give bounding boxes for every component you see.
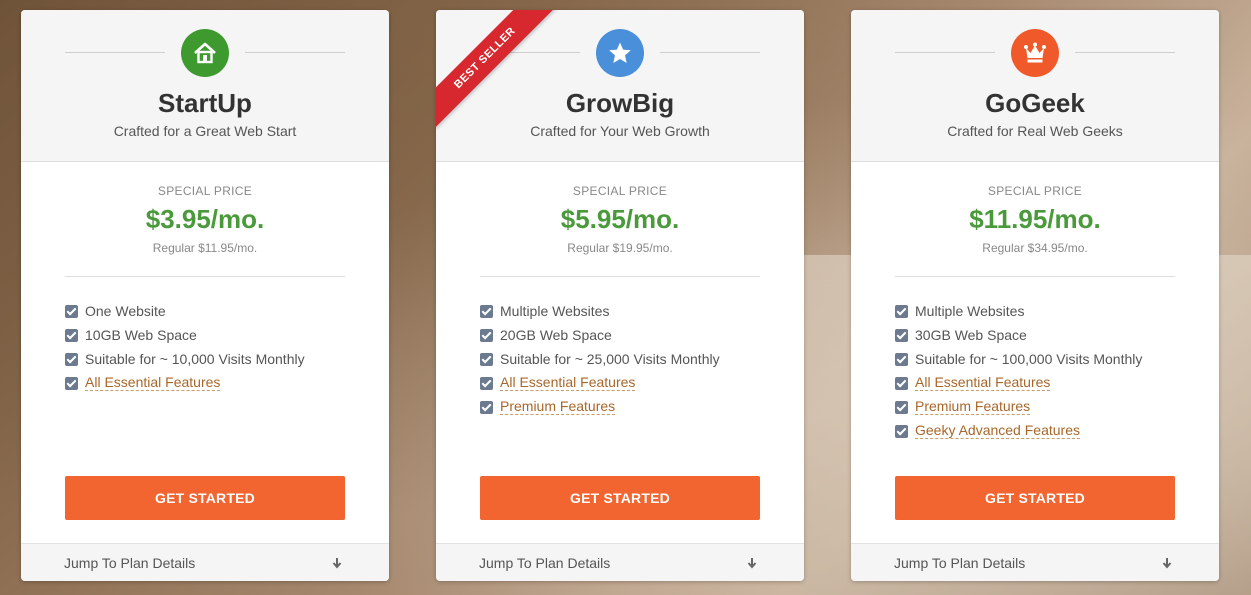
arrow-down-icon <box>747 557 757 569</box>
jump-to-plan-details-label: Jump To Plan Details <box>479 554 611 571</box>
house-icon <box>181 29 229 77</box>
checkbox-icon <box>895 352 908 366</box>
feature-link[interactable]: Premium Features <box>500 399 616 415</box>
price-area: Special Price $5.95/mo. Regular $19.95/m… <box>436 162 804 255</box>
feature-link[interactable]: All Essential Features <box>500 375 636 391</box>
plan-card-startup: StartUp Crafted for a Great Web Start Sp… <box>21 10 389 581</box>
feature-item: All Essential Features <box>65 371 345 395</box>
feature-item: One Website <box>65 299 345 323</box>
price-area: Special Price $3.95/mo. Regular $11.95/m… <box>21 162 389 255</box>
checkbox-icon <box>895 328 908 342</box>
regular-price: Regular $11.95/mo. <box>152 241 258 255</box>
special-price-label: Special Price <box>572 184 668 198</box>
feature-list: One Website 10GB Web Space Suitable for … <box>65 299 345 395</box>
feature-link[interactable]: All Essential Features <box>85 375 221 391</box>
arrow-down-icon <box>1162 557 1172 569</box>
divider <box>65 276 345 277</box>
divider <box>895 276 1175 277</box>
feature-list: Multiple Websites 30GB Web Space Suitabl… <box>895 299 1175 443</box>
crown-icon <box>1011 29 1059 77</box>
get-started-button[interactable]: Get Started <box>895 476 1175 520</box>
special-price-label: Special Price <box>987 184 1083 198</box>
feature-link[interactable]: Premium Features <box>915 399 1031 415</box>
plan-card-gogeek: GoGeek Crafted for Real Web Geeks Specia… <box>851 10 1219 581</box>
feature-item: 30GB Web Space <box>895 323 1175 347</box>
divider <box>1075 52 1175 53</box>
checkbox-icon <box>480 328 493 342</box>
divider <box>480 276 760 277</box>
feature-text: Suitable for ~ 10,000 Visits Monthly <box>85 351 305 367</box>
feature-item: Multiple Websites <box>895 299 1175 323</box>
feature-text: Suitable for ~ 25,000 Visits Monthly <box>500 351 720 367</box>
feature-text: Multiple Websites <box>500 303 610 319</box>
best-seller-ribbon: BEST SELLER <box>436 10 566 140</box>
feature-item: All Essential Features <box>895 371 1175 395</box>
feature-text: One Website <box>85 303 166 319</box>
checkbox-icon <box>480 304 493 318</box>
feature-item: All Essential Features <box>480 371 760 395</box>
plan-card-growbig: GrowBig Crafted for Your Web Growth BEST… <box>436 10 804 581</box>
ribbon-label: BEST SELLER <box>436 10 556 129</box>
feature-link[interactable]: Geeky Advanced Features <box>915 423 1080 439</box>
checkbox-icon <box>895 424 908 438</box>
feature-item: 10GB Web Space <box>65 323 345 347</box>
checkbox-icon <box>895 400 908 414</box>
feature-text: Multiple Websites <box>915 303 1025 319</box>
checkbox-icon <box>480 352 493 366</box>
jump-to-plan-details-label: Jump To Plan Details <box>894 554 1026 571</box>
plan-name: StartUp <box>158 88 252 118</box>
plan-tagline: Crafted for a Great Web Start <box>113 123 297 139</box>
jump-to-plan-details[interactable]: Jump To Plan Details <box>21 543 389 581</box>
checkbox-icon <box>65 376 78 390</box>
feature-item: Geeky Advanced Features <box>895 419 1175 443</box>
divider <box>245 52 345 53</box>
feature-item: Suitable for ~ 100,000 Visits Monthly <box>895 347 1175 371</box>
checkbox-icon <box>480 376 493 390</box>
feature-item: Premium Features <box>895 395 1175 419</box>
get-started-button[interactable]: Get Started <box>480 476 760 520</box>
feature-text: 20GB Web Space <box>500 327 612 343</box>
feature-text: Suitable for ~ 100,000 Visits Monthly <box>915 351 1143 367</box>
jump-to-plan-details[interactable]: Jump To Plan Details <box>436 543 804 581</box>
special-price-label: Special Price <box>157 184 253 198</box>
divider <box>895 52 995 53</box>
feature-text: 30GB Web Space <box>915 327 1027 343</box>
jump-to-plan-details[interactable]: Jump To Plan Details <box>851 543 1219 581</box>
plan-price: $5.95/mo. <box>560 204 680 234</box>
checkbox-icon <box>480 400 493 414</box>
plan-price: $3.95/mo. <box>145 204 265 234</box>
get-started-button[interactable]: Get Started <box>65 476 345 520</box>
feature-text: 10GB Web Space <box>85 327 197 343</box>
checkbox-icon <box>895 304 908 318</box>
feature-item: Suitable for ~ 10,000 Visits Monthly <box>65 347 345 371</box>
divider <box>65 52 165 53</box>
checkbox-icon <box>65 304 78 318</box>
price-area: Special Price $11.95/mo. Regular $34.95/… <box>851 162 1219 255</box>
arrow-down-icon <box>332 557 342 569</box>
star-icon <box>596 29 644 77</box>
feature-item: Suitable for ~ 25,000 Visits Monthly <box>480 347 760 371</box>
feature-link[interactable]: All Essential Features <box>915 375 1051 391</box>
checkbox-icon <box>65 328 78 342</box>
plan-price: $11.95/mo. <box>969 204 1101 234</box>
plan-tagline: Crafted for Real Web Geeks <box>947 123 1123 139</box>
regular-price: Regular $19.95/mo. <box>567 241 673 255</box>
regular-price: Regular $34.95/mo. <box>982 241 1088 255</box>
plan-name: GoGeek <box>985 88 1085 118</box>
feature-list: Multiple Websites 20GB Web Space Suitabl… <box>480 299 760 419</box>
checkbox-icon <box>895 376 908 390</box>
divider <box>660 52 760 53</box>
feature-item: 20GB Web Space <box>480 323 760 347</box>
checkbox-icon <box>65 352 78 366</box>
feature-item: Premium Features <box>480 395 760 419</box>
jump-to-plan-details-label: Jump To Plan Details <box>64 554 196 571</box>
plan-header: GoGeek Crafted for Real Web Geeks <box>851 10 1219 162</box>
feature-item: Multiple Websites <box>480 299 760 323</box>
plan-header: StartUp Crafted for a Great Web Start <box>21 10 389 162</box>
